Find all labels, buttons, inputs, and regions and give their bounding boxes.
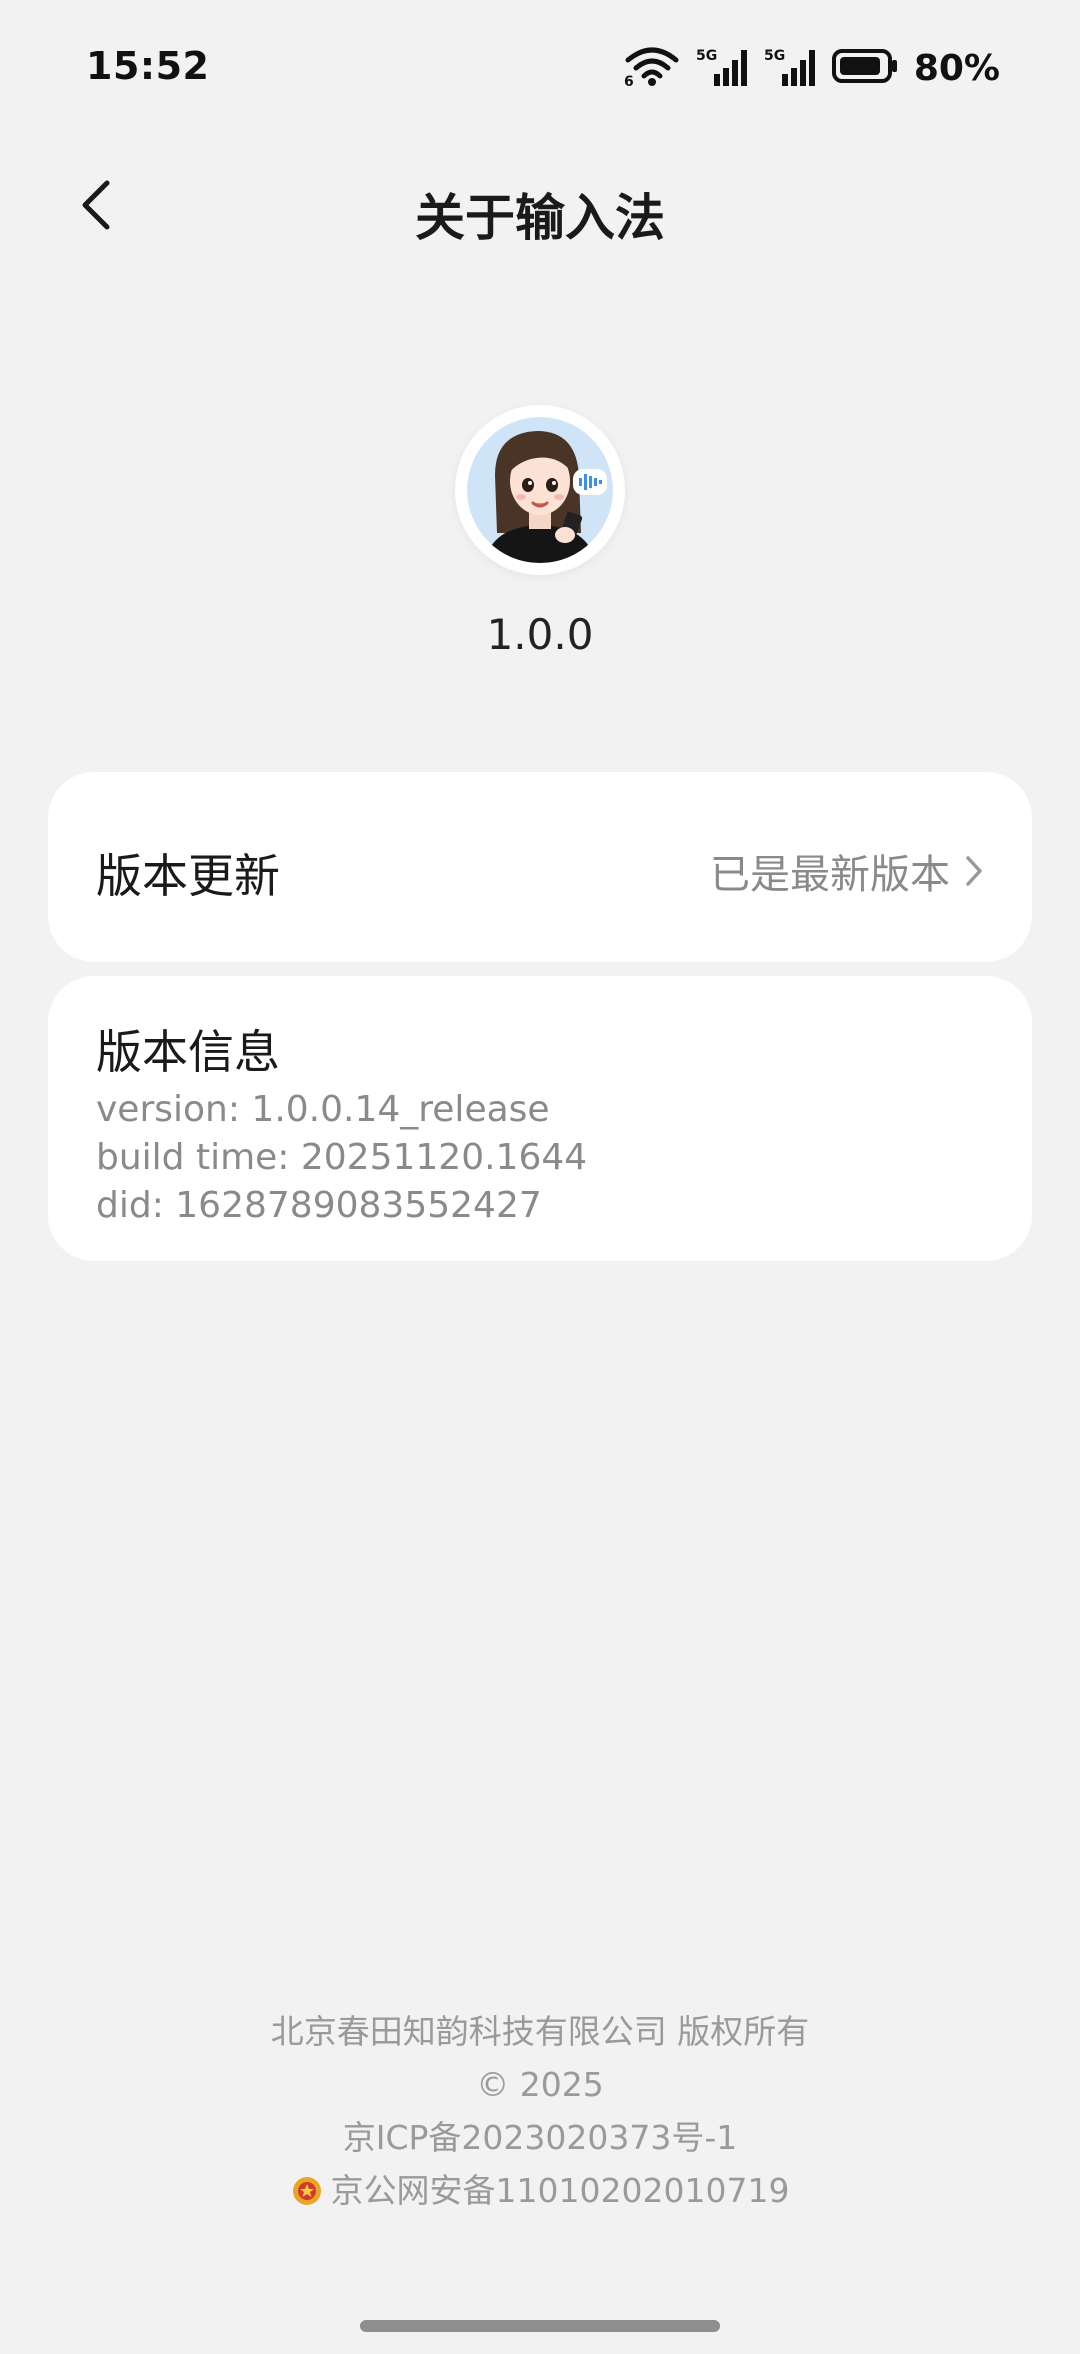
police-record-text: 京公网安备11010202010719 (330, 2171, 790, 2210)
status-icons: 6 5G 5G 80% (624, 46, 1000, 91)
police-record[interactable]: 京公网安备11010202010719 (291, 2164, 790, 2217)
wifi-icon: 6 (624, 46, 680, 90)
home-indicator[interactable] (360, 2320, 720, 2332)
signal-5g-icon-1: 5G (696, 46, 748, 90)
footer: 北京春田知韵科技有限公司 版权所有 © 2025 京ICP备2023020373… (0, 2005, 1080, 2222)
police-badge-icon (292, 2176, 321, 2205)
version-info-card: 版本信息 version: 1.0.0.14_release build tim… (48, 976, 1032, 1261)
did-line: did: 1628789083552427 (96, 1185, 542, 1226)
signal-5g-icon-2: 5G (764, 46, 816, 90)
svg-text:5G: 5G (764, 48, 785, 64)
svg-text:5G: 5G (696, 48, 717, 64)
build-time-line: build time: 20251120.1644 (96, 1137, 588, 1178)
status-bar: 15:52 6 5G 5G 80% (0, 0, 1080, 140)
battery-icon (831, 48, 898, 88)
update-status: 已是最新版本 (710, 842, 984, 900)
svg-text:6: 6 (624, 74, 634, 86)
chevron-right-icon (966, 856, 982, 886)
battery-percentage: 80% (913, 47, 1000, 89)
version-info-label: 版本信息 (96, 1025, 280, 1079)
version-update-row[interactable]: 版本更新 已是最新版本 (48, 772, 1032, 962)
version-info-details: version: 1.0.0.14_release build time: 20… (96, 1086, 587, 1230)
status-time: 15:52 (86, 44, 210, 88)
version-line: version: 1.0.0.14_release (96, 1089, 550, 1130)
update-status-text: 已是最新版本 (710, 852, 950, 898)
assistant-avatar-icon (467, 417, 613, 563)
header: 关于输入法 (0, 150, 1080, 260)
copyright-year: © 2025 (476, 2065, 604, 2104)
version-update-label: 版本更新 (96, 849, 280, 903)
app-version: 1.0.0 (486, 610, 594, 659)
company-copyright: 北京春田知韵科技有限公司 版权所有 (270, 2012, 810, 2051)
icp-record[interactable]: 京ICP备2023020373号-1 (0, 2111, 1080, 2164)
app-logo (455, 405, 625, 575)
page-title: 关于输入法 (415, 189, 665, 247)
